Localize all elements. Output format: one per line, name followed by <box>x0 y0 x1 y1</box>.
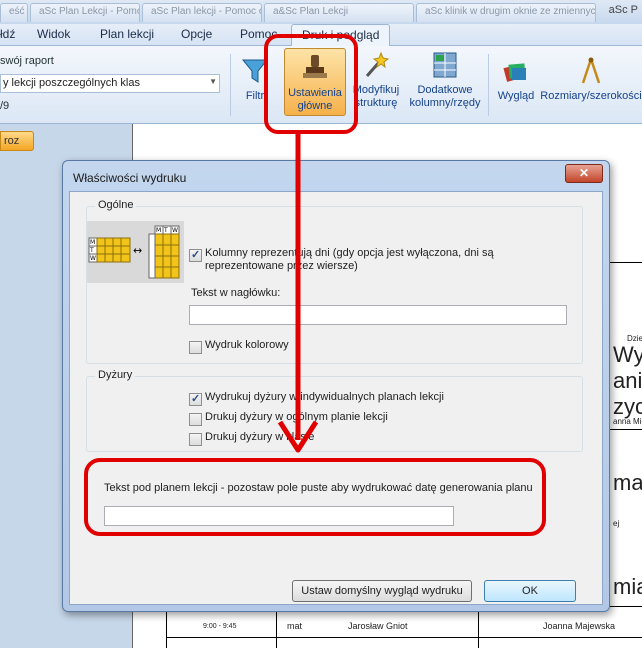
annotation-arrow <box>277 134 319 453</box>
annotation-box-footer <box>84 458 546 536</box>
